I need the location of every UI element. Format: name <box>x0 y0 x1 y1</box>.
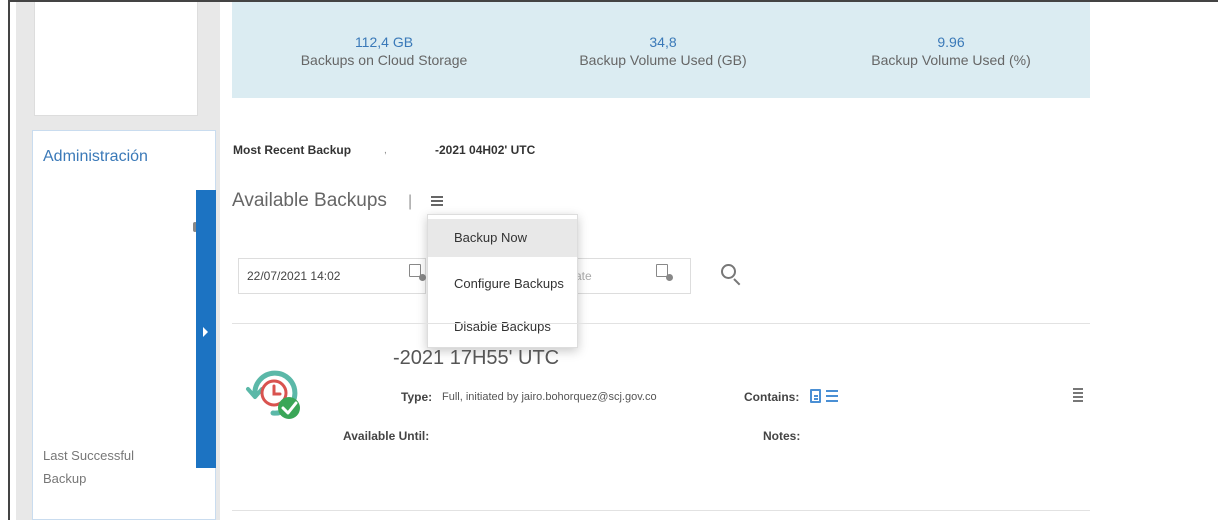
divider <box>232 510 1090 511</box>
administration-title[interactable]: Administración <box>43 148 148 166</box>
storage-stats-bar: 112,4 GB Backups on Cloud Storage 34,8 B… <box>232 2 1090 98</box>
stat-volume-percent: 9.96 Backup Volume Used (%) <box>821 34 1081 69</box>
stat-value: 112,4 GB <box>354 34 414 50</box>
notes-label: Notes: <box>763 429 801 443</box>
menu-item-disable-backups[interactable]: Disable Backups <box>428 308 577 346</box>
stat-label: Backup Volume Used (%) <box>871 52 1031 68</box>
title-separator: | <box>408 193 413 210</box>
administration-panel: Administración Last Successful Backup <box>32 130 216 520</box>
file-icon[interactable] <box>810 389 821 403</box>
type-value: Full, initiated by jairo.bohorquez@scj.g… <box>442 391 657 403</box>
backup-actions-menu: Backup Now Configure Backups Disable Bac… <box>427 214 578 348</box>
stat-label: Backups on Cloud Storage <box>300 52 468 68</box>
stat-value: 34,8 <box>649 34 677 50</box>
from-date-value: 22/07/2021 14:02 <box>247 269 341 283</box>
available-backups-title: Available Backups <box>232 190 387 211</box>
most-recent-backup-label: Most Recent Backup <box>233 143 352 157</box>
stat-value: 9.96 <box>937 34 965 50</box>
stat-cloud-storage: 112,4 GB Backups on Cloud Storage <box>254 34 514 69</box>
left-top-card <box>34 2 198 116</box>
last-successful-backup-label: Last Successful Backup <box>43 448 135 486</box>
stat-label: Backup Volume Used (GB) <box>579 52 747 68</box>
available-until-label: Available Until: <box>343 429 430 443</box>
backup-success-icon <box>246 370 300 419</box>
type-label: Type: <box>401 390 433 404</box>
backup-title: -2021 17H55' UTC <box>393 347 560 369</box>
menu-item-configure-backups[interactable]: Configure Backups <box>428 265 577 303</box>
contains-label: Contains: <box>744 390 800 404</box>
search-icon[interactable] <box>721 264 736 279</box>
menu-item-backup-now[interactable]: Backup Now <box>428 219 577 257</box>
most-recent-backup-separator: , <box>384 145 387 156</box>
row-menu-icon[interactable] <box>1073 388 1083 402</box>
chevron-right-icon <box>203 327 208 337</box>
panel-expand-handle[interactable] <box>196 190 216 468</box>
most-recent-backup-date: -2021 04H02' UTC <box>435 143 536 157</box>
list-icon[interactable] <box>826 390 838 402</box>
calendar-icon[interactable] <box>409 264 426 281</box>
divider <box>232 323 1090 324</box>
stat-volume-gb: 34,8 Backup Volume Used (GB) <box>533 34 793 69</box>
hamburger-menu-icon[interactable] <box>431 196 443 208</box>
from-date-input[interactable]: 22/07/2021 14:02 <box>238 258 426 294</box>
calendar-icon[interactable] <box>656 264 673 281</box>
